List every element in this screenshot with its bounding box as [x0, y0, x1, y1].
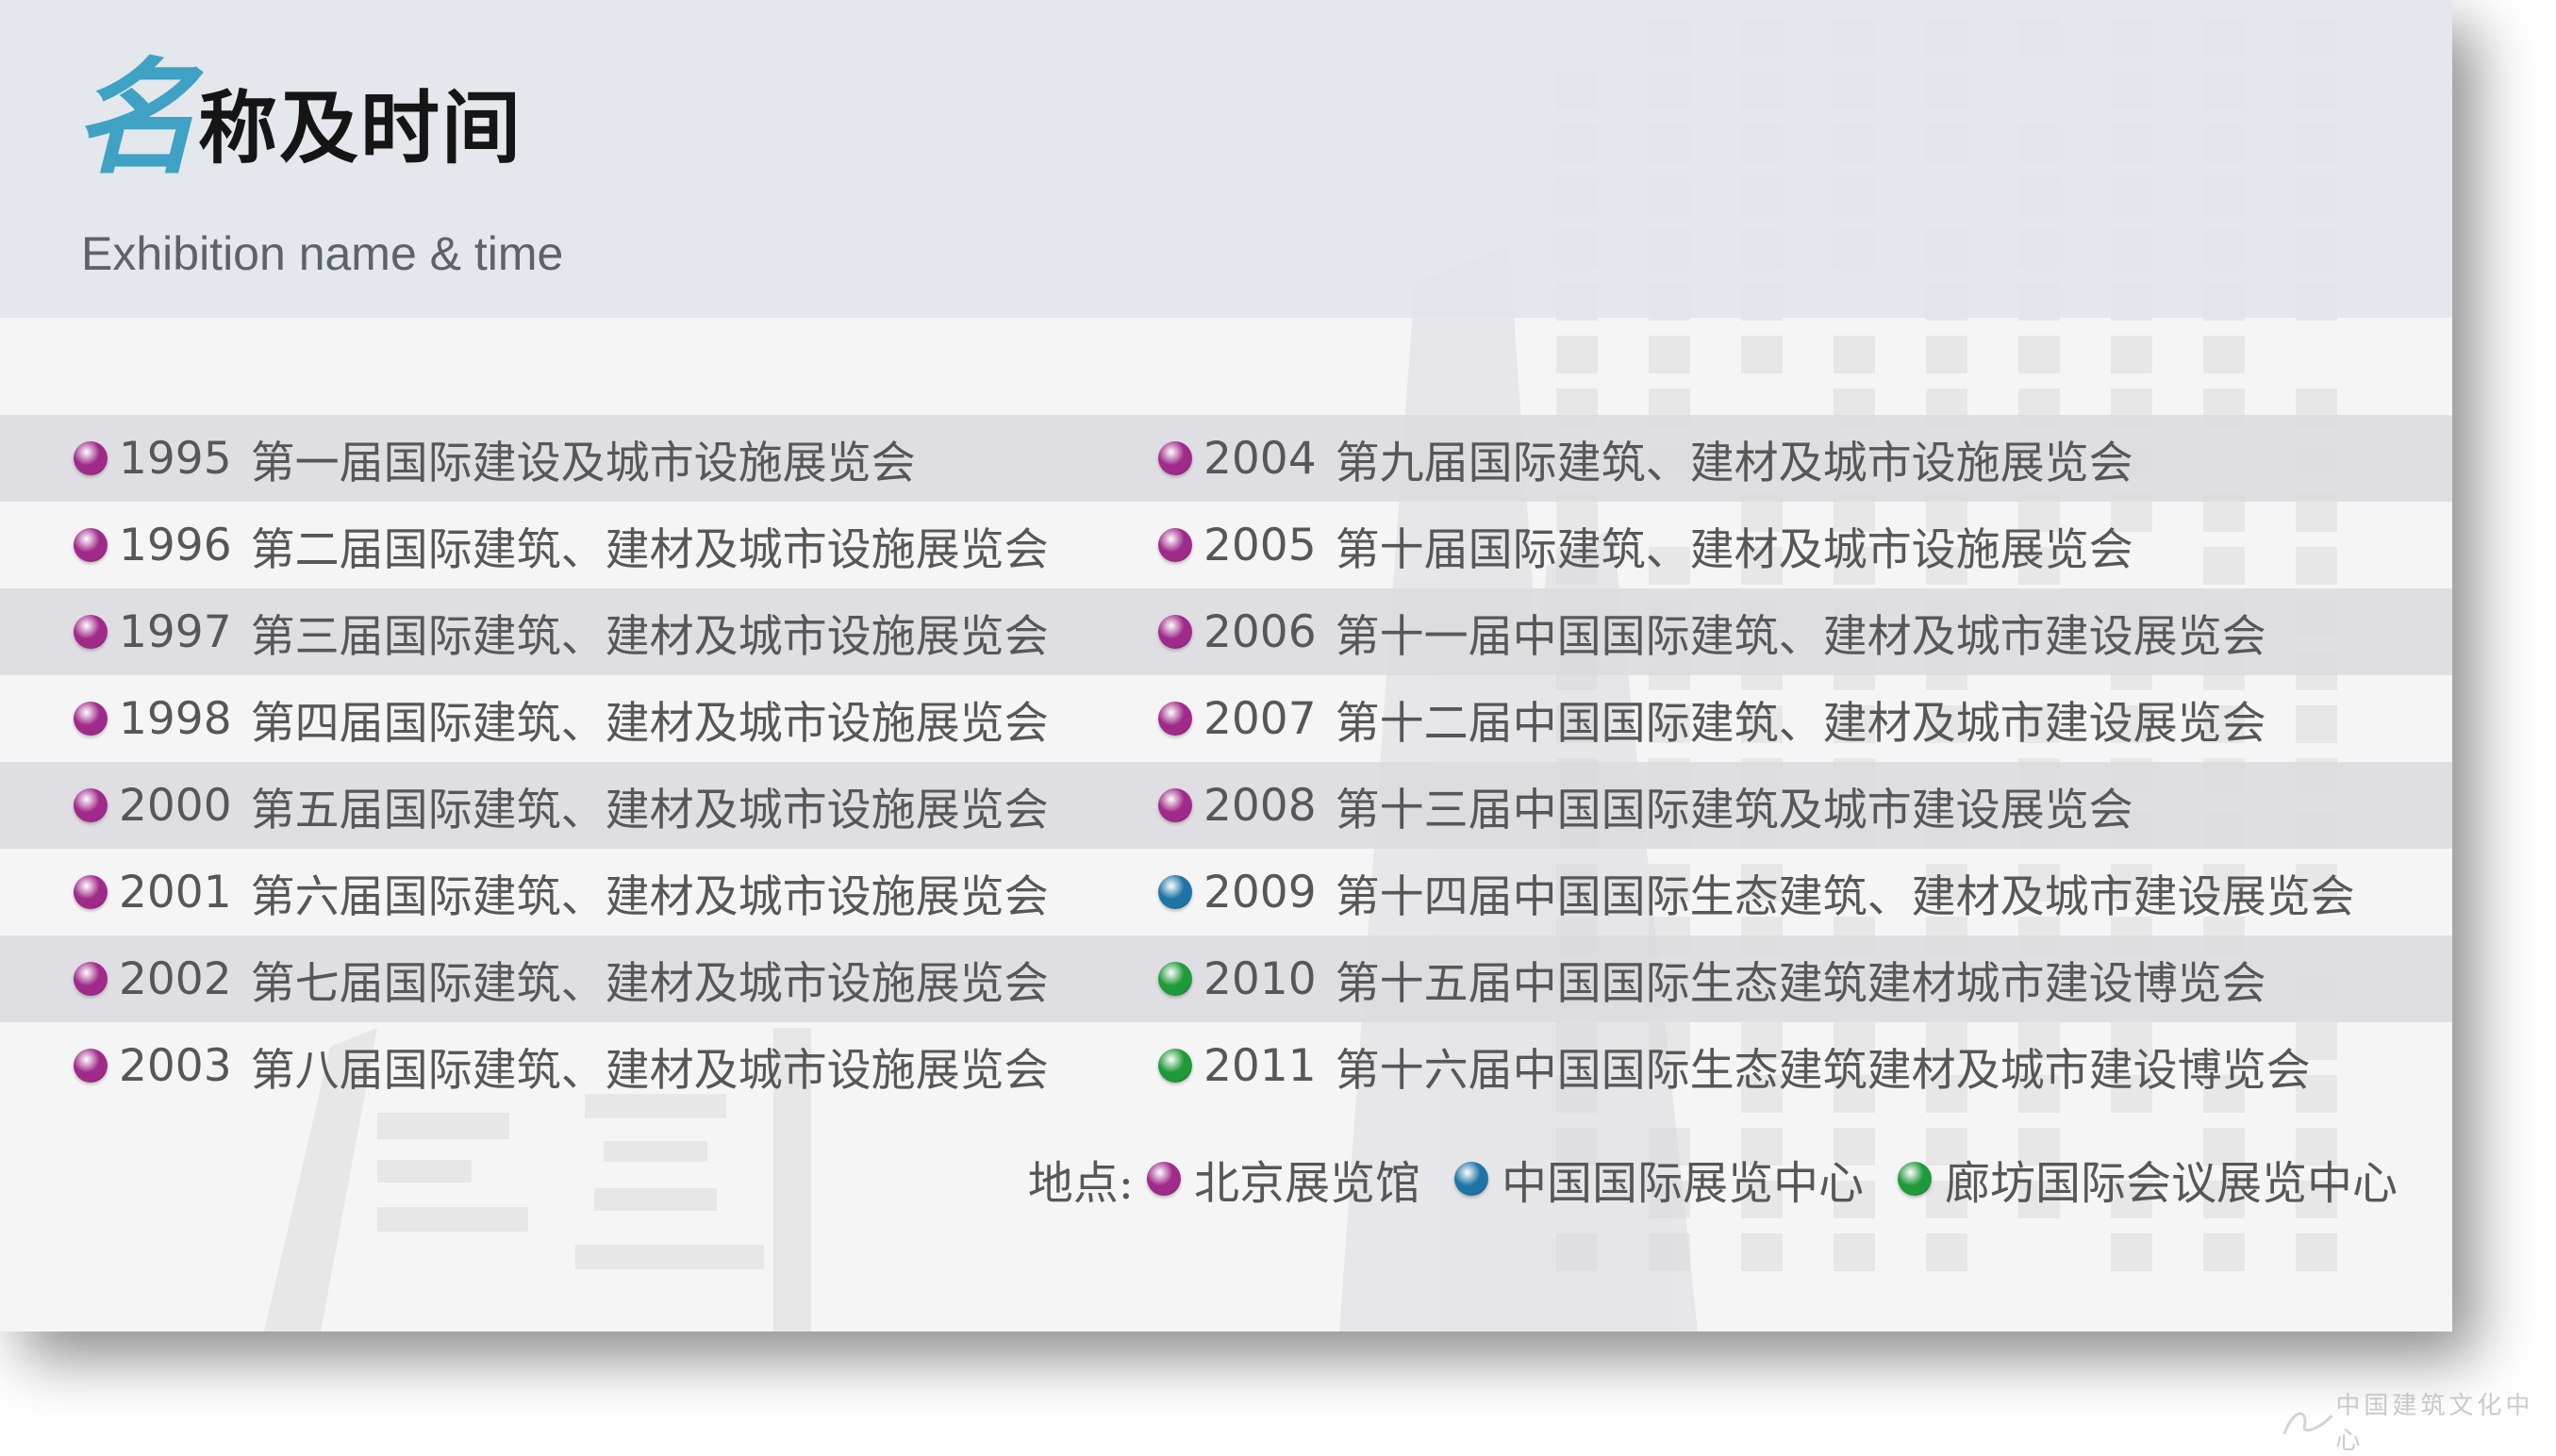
exhibition-name: 第六届国际建筑、建材及城市设施展览会: [250, 870, 1049, 923]
exhibition-name: 第一届国际建设及城市设施展览会: [250, 437, 916, 489]
list-item: 2005 第十届国际建筑、建材及城市设施展览会: [1158, 502, 2133, 588]
exhibition-name: 第二届国际建筑、建材及城市设施展览会: [250, 523, 1049, 576]
list-item: 2008 第十三届中国国际建筑及城市建设展览会: [1158, 762, 2133, 849]
purple-dot-icon: [1146, 1162, 1181, 1196]
list-item: 2010 第十五届中国国际生态建筑建材城市建设博览会: [1158, 935, 2266, 1022]
blue-dot-icon: [1158, 875, 1192, 909]
page-subtitle: Exhibition name & time: [81, 227, 564, 280]
exhibition-name: 第四届国际建筑、建材及城市设施展览会: [250, 697, 1049, 750]
exhibition-name: 第十届国际建筑、建材及城市设施展览会: [1335, 523, 2133, 576]
purple-dot-icon: [74, 875, 108, 909]
slide: 名称及时间 Exhibition name & time 1995 第一届国际建设…: [0, 0, 2452, 1332]
exhibition-year: 2002: [119, 952, 232, 1005]
list-item: 1996 第二届国际建筑、建材及城市设施展览会: [74, 502, 1049, 588]
purple-dot-icon: [1158, 788, 1192, 822]
exhibition-year: 2008: [1203, 779, 1317, 832]
location-name-langfang: 廊坊国际会议展览中心: [1944, 1157, 2398, 1210]
exhibition-year: 1995: [119, 432, 232, 485]
table-row: 2001 第六届国际建筑、建材及城市设施展览会 2009 第十四届中国国际生态建筑、建…: [0, 849, 2452, 935]
table-row: 1998 第四届国际建筑、建材及城市设施展览会 2007 第十二届中国国际建筑、建材及…: [0, 675, 2452, 762]
exhibition-year: 2003: [119, 1039, 232, 1092]
exhibition-name: 第十二届中国国际建筑、建材及城市建设展览会: [1335, 697, 2266, 750]
green-dot-icon: [1158, 1049, 1192, 1083]
exhibition-name: 第十四届中国国际生态建筑、建材及城市建设展览会: [1335, 870, 2355, 923]
watermark-logo: 中国建筑文化中心: [2281, 1386, 2556, 1456]
exhibition-name: 第十三届中国国际建筑及城市建设展览会: [1335, 784, 2133, 836]
exhibition-year: 2004: [1203, 432, 1317, 485]
exhibition-name: 第五届国际建筑、建材及城市设施展览会: [250, 784, 1049, 836]
list-item: 1998 第四届国际建筑、建材及城市设施展览会: [74, 675, 1049, 762]
green-dot-icon: [1158, 962, 1192, 996]
purple-dot-icon: [1158, 528, 1192, 562]
exhibition-name: 第九届国际建筑、建材及城市设施展览会: [1335, 437, 2133, 489]
exhibition-name: 第十六届中国国际生态建筑建材及城市建设博览会: [1335, 1044, 2311, 1097]
title-first-char: 名: [74, 45, 198, 191]
list-item: 2007 第十二届中国国际建筑、建材及城市建设展览会: [1158, 675, 2266, 762]
exhibition-year: 2009: [1203, 866, 1317, 918]
table-row: 2000 第五届国际建筑、建材及城市设施展览会 2008 第十三届中国国际建筑及城市建…: [0, 762, 2452, 849]
exhibition-year: 1997: [119, 605, 232, 658]
purple-dot-icon: [74, 1049, 108, 1083]
purple-dot-icon: [74, 441, 108, 475]
list-item: 2001 第六届国际建筑、建材及城市设施展览会: [74, 849, 1049, 935]
table-row: 1996 第二届国际建筑、建材及城市设施展览会 2005 第十届国际建筑、建材及城市设…: [0, 502, 2452, 588]
purple-dot-icon: [74, 528, 108, 562]
page-title: 名称及时间: [74, 57, 523, 181]
list-item: 2011 第十六届中国国际生态建筑建材及城市建设博览会: [1158, 1022, 2311, 1109]
purple-dot-icon: [74, 615, 108, 649]
blue-dot-icon: [1453, 1162, 1488, 1196]
watermark-text: 中国建筑文化中心: [2335, 1392, 2534, 1455]
exhibition-name: 第十一届中国国际建筑、建材及城市建设展览会: [1335, 610, 2266, 663]
location-label: 地点:: [1027, 1157, 1134, 1210]
list-item: 2004 第九届国际建筑、建材及城市设施展览会: [1158, 415, 2133, 502]
location-legend: 地点: 北京展览馆 中国国际展览中心 廊坊国际会议展览中心: [1028, 1141, 2398, 1216]
list-item: 2009 第十四届中国国际生态建筑、建材及城市建设展览会: [1158, 849, 2355, 935]
exhibition-year: 2001: [119, 866, 232, 918]
exhibition-name: 第八届国际建筑、建材及城市设施展览会: [250, 1044, 1049, 1097]
title-rest: 称及时间: [198, 81, 523, 174]
exhibition-year: 2000: [119, 779, 232, 832]
purple-dot-icon: [74, 702, 108, 736]
green-dot-icon: [1897, 1162, 1932, 1196]
purple-dot-icon: [74, 788, 108, 822]
exhibition-name: 第三届国际建筑、建材及城市设施展览会: [250, 610, 1049, 663]
list-item: 2002 第七届国际建筑、建材及城市设施展览会: [74, 935, 1049, 1022]
exhibition-year: 2010: [1203, 952, 1317, 1005]
location-name-ciec: 中国国际展览中心: [1501, 1157, 1864, 1210]
location-name-beijing: 北京展览馆: [1193, 1157, 1420, 1210]
exhibition-year: 1996: [119, 519, 232, 571]
list-item: 2006 第十一届中国国际建筑、建材及城市建设展览会: [1158, 588, 2266, 675]
purple-dot-icon: [1158, 702, 1192, 736]
exhibition-year: 2007: [1203, 692, 1317, 745]
exhibition-name: 第十五届中国国际生态建筑建材城市建设博览会: [1335, 957, 2266, 1010]
exhibition-name: 第七届国际建筑、建材及城市设施展览会: [250, 957, 1049, 1010]
table-row: 1997 第三届国际建筑、建材及城市设施展览会 2006 第十一届中国国际建筑、建材及…: [0, 588, 2452, 675]
exhibition-year: 2011: [1203, 1039, 1317, 1092]
exhibition-year: 2005: [1203, 519, 1317, 571]
list-item: 1997 第三届国际建筑、建材及城市设施展览会: [74, 588, 1049, 675]
purple-dot-icon: [1158, 615, 1192, 649]
purple-dot-icon: [74, 962, 108, 996]
watermark-logo-icon: [2282, 1412, 2333, 1435]
table-row: 1995 第一届国际建设及城市设施展览会 2004 第九届国际建筑、建材及城市设施展览…: [0, 415, 2452, 502]
exhibition-year: 2006: [1203, 605, 1317, 658]
table-row: 2002 第七届国际建筑、建材及城市设施展览会 2010 第十五届中国国际生态建筑建材…: [0, 935, 2452, 1022]
table-row: 2003 第八届国际建筑、建材及城市设施展览会 2011 第十六届中国国际生态建筑建材…: [0, 1022, 2452, 1109]
list-item: 1995 第一届国际建设及城市设施展览会: [74, 415, 916, 502]
purple-dot-icon: [1158, 441, 1192, 475]
list-item: 2000 第五届国际建筑、建材及城市设施展览会: [74, 762, 1049, 849]
list-item: 2003 第八届国际建筑、建材及城市设施展览会: [74, 1022, 1049, 1109]
exhibition-year: 1998: [119, 692, 232, 745]
